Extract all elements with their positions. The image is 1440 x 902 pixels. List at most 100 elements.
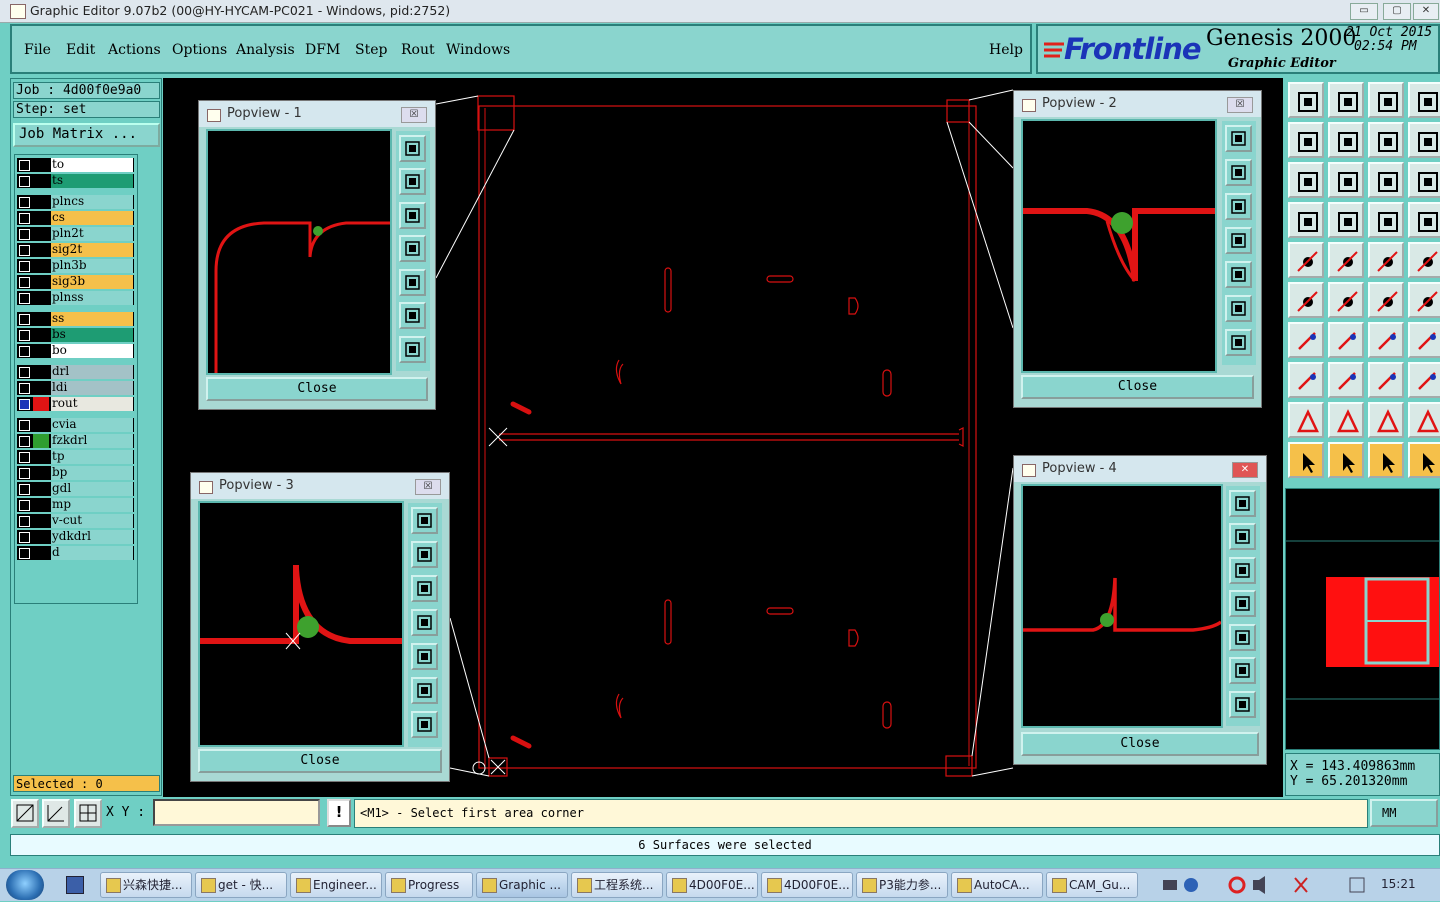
layer-name[interactable]: gdl xyxy=(51,482,133,496)
cross-tool-button[interactable] xyxy=(1328,282,1364,318)
layer-name[interactable]: plncs xyxy=(51,195,133,209)
layer-row-bs[interactable]: bs xyxy=(17,328,134,342)
popview-canvas[interactable] xyxy=(198,501,404,747)
layer-name[interactable]: mp xyxy=(51,498,133,512)
popview-canvas[interactable] xyxy=(1021,119,1217,373)
layer-row-plncs[interactable]: plncs xyxy=(17,195,134,209)
popview-pan-up-button[interactable] xyxy=(399,168,426,195)
taskbar-item[interactable]: 兴森快捷... xyxy=(100,872,192,898)
popview-close-button[interactable]: Close xyxy=(206,377,428,401)
snap-mode-button[interactable] xyxy=(11,799,39,828)
add-pad-tool-button[interactable] xyxy=(1368,282,1404,318)
add-dot-tool-button[interactable] xyxy=(1408,282,1440,318)
layer-row-ydkdrl[interactable]: ydkdrl xyxy=(17,530,134,544)
layer-color-swatch[interactable] xyxy=(33,174,49,188)
taskbar-item[interactable]: 4D00F0E... xyxy=(761,872,853,898)
popview-zoom-window-button[interactable] xyxy=(1229,490,1256,517)
taskbar-item[interactable]: AutoCA... xyxy=(951,872,1043,898)
snap-tool-button[interactable] xyxy=(1408,122,1440,158)
taskbar-item[interactable]: get - 快... xyxy=(195,872,287,898)
layer-color-swatch[interactable] xyxy=(33,275,49,289)
layer-checkbox[interactable] xyxy=(19,213,30,224)
layer-name[interactable]: rout xyxy=(51,397,133,411)
popview-pan-up-button[interactable] xyxy=(1225,159,1252,186)
exclamation-button[interactable]: ! xyxy=(327,799,351,827)
popview-close-x-button[interactable]: ☒ xyxy=(401,107,427,123)
popview-pan-up-button[interactable] xyxy=(411,541,438,568)
layer-checkbox[interactable] xyxy=(19,436,30,447)
xy-input[interactable] xyxy=(153,799,320,826)
layer-row-pln3b[interactable]: pln3b xyxy=(17,259,134,273)
layer-color-swatch[interactable] xyxy=(33,397,49,411)
start-button[interactable] xyxy=(6,870,44,900)
line-tool-button[interactable] xyxy=(1288,322,1324,358)
popview-pan-left-button[interactable] xyxy=(399,235,426,262)
layer-color-swatch[interactable] xyxy=(33,434,49,448)
text-a2-tool-button[interactable] xyxy=(1368,402,1404,438)
layer-name[interactable]: cvia xyxy=(51,418,133,432)
layer-color-swatch[interactable] xyxy=(33,158,49,172)
popview-zoom-center-button[interactable] xyxy=(1225,329,1252,356)
popview-canvas[interactable] xyxy=(206,129,392,375)
taskbar-item[interactable]: P3能力参... xyxy=(856,872,948,898)
split-tool-button[interactable] xyxy=(1408,322,1440,358)
popview-close-button[interactable]: Close xyxy=(198,749,442,773)
layer-row-mp[interactable]: mp xyxy=(17,498,134,512)
popview-close-button[interactable]: Close xyxy=(1021,375,1254,399)
move-down-tool-button[interactable] xyxy=(1328,82,1364,118)
layer-row-sig2t[interactable]: sig2t xyxy=(17,243,134,257)
frame-tool-button[interactable] xyxy=(1408,82,1440,118)
layer-checkbox[interactable] xyxy=(19,229,30,240)
popview-close-x-button[interactable]: ☒ xyxy=(415,479,441,495)
layer-name[interactable]: ydkdrl xyxy=(51,530,133,544)
layer-color-swatch[interactable] xyxy=(33,227,49,241)
layer-color-swatch[interactable] xyxy=(33,259,49,273)
layer-color-swatch[interactable] xyxy=(33,498,49,512)
popview-pan-left-button[interactable] xyxy=(411,609,438,636)
units-selector[interactable]: MM xyxy=(1370,799,1438,827)
menu-step[interactable]: Step xyxy=(355,42,387,58)
popview-pan-right-button[interactable] xyxy=(399,269,426,296)
layer-checkbox[interactable] xyxy=(19,548,30,559)
layer-color-swatch[interactable] xyxy=(33,514,49,528)
layer-name[interactable]: tp xyxy=(51,450,133,464)
move-up-tool-button[interactable] xyxy=(1288,82,1324,118)
layer-color-swatch[interactable] xyxy=(33,243,49,257)
layer-checkbox[interactable] xyxy=(19,261,30,272)
layer-checkbox[interactable] xyxy=(19,452,30,463)
taskbar-item[interactable]: 工程系统... xyxy=(571,872,663,898)
layer-row-plnss[interactable]: plnss xyxy=(17,291,134,305)
popview-zoom-window-button[interactable] xyxy=(411,507,438,534)
layer-checkbox[interactable] xyxy=(19,346,30,357)
layer-checkbox[interactable] xyxy=(19,516,30,527)
copy-tool-button[interactable] xyxy=(1408,362,1440,398)
menu-windows[interactable]: Windows xyxy=(446,42,510,58)
popview-pan-left-button[interactable] xyxy=(1229,590,1256,617)
popview-close-x-button[interactable]: ☒ xyxy=(1227,97,1253,113)
angle-mode-button[interactable] xyxy=(42,799,70,828)
layer-row-to[interactable]: to xyxy=(17,158,134,172)
layer-checkbox[interactable] xyxy=(19,245,30,256)
layer-name[interactable]: to xyxy=(51,158,133,172)
layer-checkbox[interactable] xyxy=(19,314,30,325)
zoom-fit-tool-button[interactable] xyxy=(1288,162,1324,198)
popview-pan-right-button[interactable] xyxy=(1225,261,1252,288)
menu-dfm[interactable]: DFM xyxy=(305,42,340,58)
popview-pan-down-button[interactable] xyxy=(1229,557,1256,584)
popview-pan-right-button[interactable] xyxy=(411,643,438,670)
layer-checkbox[interactable] xyxy=(19,197,30,208)
taskbar-item[interactable]: Engineer... xyxy=(290,872,382,898)
mirror-tool-button[interactable] xyxy=(1368,122,1404,158)
close-window-button[interactable]: ✕ xyxy=(1413,3,1439,20)
line2-tool-button[interactable] xyxy=(1328,322,1364,358)
layer-checkbox[interactable] xyxy=(19,277,30,288)
layer-name[interactable]: sig3b xyxy=(51,275,133,289)
taskbar-item[interactable]: Progress xyxy=(385,872,473,898)
layer-checkbox[interactable] xyxy=(19,399,30,410)
text-a3-tool-button[interactable] xyxy=(1408,402,1440,438)
menu-analysis[interactable]: Analysis xyxy=(236,42,295,58)
pointer3-tool-button[interactable] xyxy=(1368,442,1404,478)
popview-pan-down-button[interactable] xyxy=(1225,193,1252,220)
popview-zoom-fit-button[interactable] xyxy=(1225,295,1252,322)
layer-name[interactable]: cs xyxy=(51,211,133,225)
